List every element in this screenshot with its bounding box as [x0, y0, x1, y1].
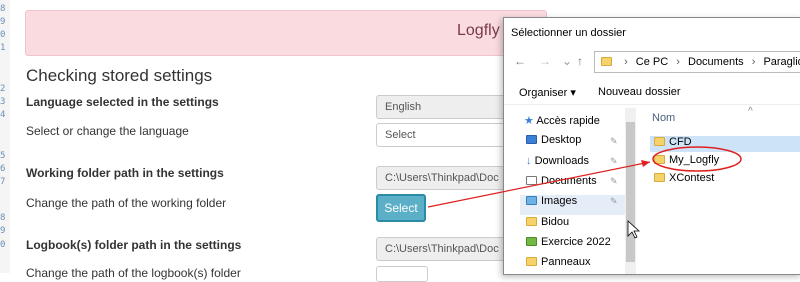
- line-number: 7: [0, 177, 6, 187]
- nav-item-panneaux[interactable]: Panneaux: [526, 256, 591, 274]
- folder-picker-dialog: Sélectionner un dossier ← → ⌄ ↑ › Ce PC …: [503, 17, 800, 275]
- document-icon: [526, 176, 537, 185]
- language-label: Language selected in the settings: [26, 95, 219, 109]
- pin-icon: ✎: [610, 196, 618, 206]
- nav-item-exercice-2022[interactable]: Exercice 2022: [526, 236, 611, 256]
- working-folder-field: C:\Users\Thinkpad\Doc: [376, 166, 516, 190]
- nav-item-label: Images: [541, 195, 578, 207]
- sort-chevron-icon: ^: [748, 106, 753, 117]
- up-arrow-icon[interactable]: ↑: [577, 54, 583, 68]
- dialog-command-bar: Organiser ▾ Nouveau dossier: [504, 80, 800, 105]
- line-number-gutter: 8 9 0 1 2 3 4 5 6 7 8 9 0: [0, 0, 10, 273]
- breadcrumb-item[interactable]: Documents: [688, 56, 744, 68]
- nav-item-desktop[interactable]: Desktop: [526, 134, 581, 154]
- nav-item-label: Documents: [541, 175, 597, 187]
- star-icon: ★: [524, 115, 534, 127]
- back-arrow-icon[interactable]: ←: [514, 54, 526, 68]
- new-folder-button[interactable]: Nouveau dossier: [598, 86, 681, 98]
- line-number: 3: [0, 97, 6, 107]
- line-number: 6: [0, 164, 6, 174]
- working-folder-select-button[interactable]: Select: [376, 194, 426, 222]
- breadcrumb-separator: ›: [676, 56, 680, 68]
- line-number: 8: [0, 213, 6, 223]
- dialog-title: Sélectionner un dossier: [511, 27, 626, 39]
- column-header-name[interactable]: Nom: [652, 112, 675, 124]
- nav-item-label: Desktop: [541, 134, 582, 146]
- language-current-field: English: [376, 95, 516, 119]
- nav-item-label: Exercice 2022: [541, 236, 611, 248]
- organize-menu-button[interactable]: Organiser ▾: [519, 86, 576, 99]
- pin-icon: ✎: [610, 156, 618, 166]
- nav-item-label: Panneaux: [541, 256, 591, 268]
- line-number: 5: [0, 151, 6, 161]
- nav-item-quick-access[interactable]: ★ Accès rapide: [524, 114, 600, 134]
- line-number: 2: [0, 84, 6, 94]
- excel-icon: [526, 237, 537, 246]
- nav-item-documents[interactable]: Documents: [526, 175, 597, 195]
- file-item-label: XContest: [669, 172, 715, 184]
- line-number: 1: [0, 43, 6, 53]
- breadcrumb-separator: ›: [751, 56, 756, 68]
- folder-icon: [526, 257, 537, 266]
- images-icon: [526, 196, 537, 205]
- language-select[interactable]: Select: [376, 123, 516, 147]
- scrollbar-thumb[interactable]: [626, 122, 635, 262]
- address-bar[interactable]: › Ce PC › Documents › Paraglider: [594, 51, 800, 73]
- forward-arrow-icon[interactable]: →: [539, 54, 551, 68]
- line-number: 8: [0, 4, 6, 14]
- line-number: 9: [0, 226, 6, 236]
- folder-icon: [654, 155, 665, 164]
- folder-icon: [601, 57, 612, 66]
- desktop-folder-icon: [526, 135, 537, 144]
- download-icon: ↓: [526, 155, 532, 167]
- folder-icon: [526, 217, 537, 226]
- navigation-pane: ★ Accès rapide Desktop ✎ ↓ Downloads ✎ D…: [504, 108, 637, 274]
- file-item-cfd[interactable]: CFD: [650, 136, 800, 152]
- language-change-label: Select or change the language: [26, 124, 189, 138]
- working-folder-label: Working folder path in the settings: [26, 166, 224, 180]
- file-item-label: CFD: [669, 136, 692, 148]
- breadcrumb-item[interactable]: Paraglider: [763, 56, 800, 68]
- line-number: 0: [0, 240, 6, 250]
- logbook-folder-change-label: Change the path of the logbook(s) folder: [26, 266, 241, 280]
- line-number: 9: [0, 17, 6, 27]
- nav-item-downloads[interactable]: ↓ Downloads: [526, 155, 589, 175]
- file-item-label: My_Logfly: [669, 154, 720, 166]
- nav-item-bidou[interactable]: Bidou: [526, 216, 569, 236]
- working-folder-change-label: Change the path of the working folder: [26, 196, 227, 210]
- line-number: 0: [0, 30, 6, 40]
- dialog-nav-row: ← → ⌄ ↑ › Ce PC › Documents › Paraglider: [504, 48, 800, 78]
- logbook-folder-select-button[interactable]: [376, 266, 428, 282]
- page-heading: Checking stored settings: [26, 66, 213, 85]
- navigation-scrollbar[interactable]: [625, 108, 636, 274]
- file-list-pane: Nom ^ CFD My_Logfly XContest: [644, 106, 800, 274]
- pin-icon: ✎: [610, 136, 618, 146]
- nav-item-label: Downloads: [534, 155, 589, 167]
- line-number: 4: [0, 110, 6, 120]
- folder-icon: [654, 173, 665, 182]
- nav-item-label: Accès rapide: [536, 115, 600, 127]
- banner-title: Logfly: [457, 22, 500, 39]
- pin-icon: ✎: [610, 176, 618, 186]
- logbook-folder-label: Logbook(s) folder path in the settings: [26, 238, 242, 252]
- folder-icon: [654, 137, 665, 146]
- file-item-xcontest[interactable]: XContest: [650, 172, 714, 188]
- logbook-folder-field: C:\Users\Thinkpad\Doc: [376, 237, 516, 261]
- nav-item-label: Bidou: [541, 216, 570, 228]
- file-item-my-logfly[interactable]: My_Logfly: [650, 154, 719, 170]
- breadcrumb-separator: ›: [624, 56, 628, 68]
- breadcrumb-item[interactable]: Ce PC: [636, 56, 668, 68]
- recent-locations-icon[interactable]: ⌄: [562, 54, 572, 68]
